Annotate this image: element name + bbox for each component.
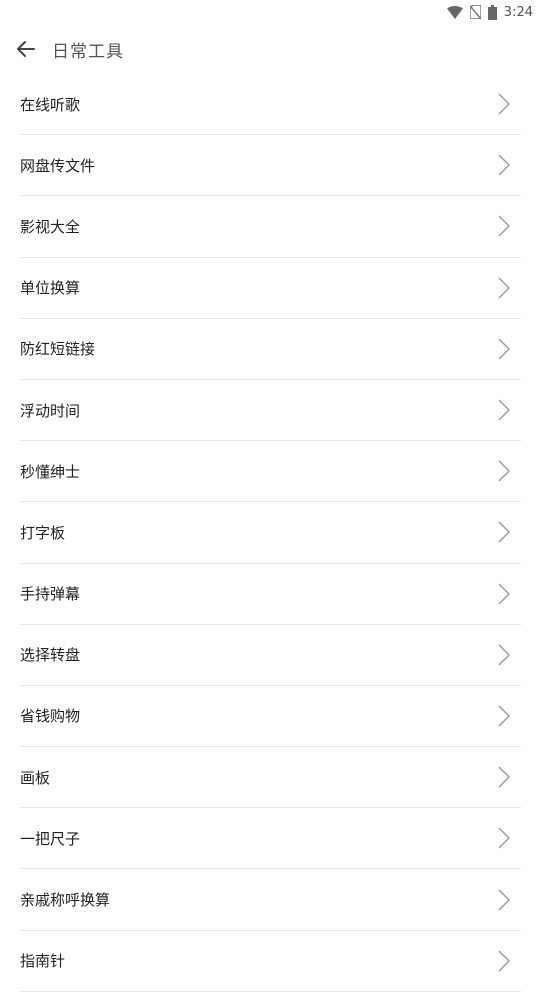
- list-item-label: 亲戚称呼换算: [20, 891, 111, 910]
- status-bar: 3:24: [0, 0, 541, 24]
- list-item[interactable]: 网盘传文件: [20, 135, 521, 197]
- chevron-right-icon: [498, 521, 510, 543]
- list-item-label: 网盘传文件: [20, 156, 96, 175]
- list-item-label: 打字板: [20, 523, 66, 542]
- back-button[interactable]: [2, 25, 50, 73]
- chevron-right-icon: [498, 950, 510, 972]
- chevron-right-icon: [498, 277, 510, 299]
- list-item[interactable]: 手持弹幕: [20, 564, 521, 625]
- chevron-right-icon: [498, 460, 510, 482]
- list-item[interactable]: 打字板: [20, 502, 521, 564]
- list-item[interactable]: 选择转盘: [20, 625, 521, 686]
- list-item[interactable]: 亲戚称呼换算: [20, 869, 521, 931]
- list-item-label: 省钱购物: [20, 707, 81, 726]
- chevron-right-icon: [498, 766, 510, 788]
- list-item[interactable]: 画板: [20, 747, 521, 809]
- arrow-left-icon: [17, 41, 35, 57]
- chevron-right-icon: [498, 644, 510, 666]
- page-title: 日常工具: [52, 41, 124, 62]
- chevron-right-icon: [498, 93, 510, 115]
- list-item-label: 单位换算: [20, 279, 81, 298]
- list-item[interactable]: 防红短链接: [20, 319, 521, 380]
- chevron-right-icon: [498, 154, 510, 176]
- chevron-right-icon: [498, 827, 510, 849]
- list-item-label: 画板: [20, 768, 51, 787]
- list-item[interactable]: 指南针: [20, 931, 521, 992]
- list-item-label: 浮动时间: [20, 401, 81, 420]
- chevron-right-icon: [498, 889, 510, 911]
- chevron-right-icon: [498, 705, 510, 727]
- list-item-label: 选择转盘: [20, 646, 81, 665]
- list-item-label: 一把尺子: [20, 829, 81, 848]
- list-item-label: 指南针: [20, 952, 66, 971]
- list-item-label: 手持弹幕: [20, 585, 81, 604]
- tool-list: 在线听歌网盘传文件影视大全单位换算防红短链接浮动时间秒懂绅士打字板手持弹幕选择转…: [20, 74, 521, 992]
- status-time: 3:24: [503, 4, 533, 20]
- list-item-label: 在线听歌: [20, 95, 81, 114]
- list-item[interactable]: 影视大全: [20, 196, 521, 258]
- list-item-label: 防红短链接: [20, 340, 96, 359]
- list-item[interactable]: 省钱购物: [20, 686, 521, 748]
- chevron-right-icon: [498, 583, 510, 605]
- list-item[interactable]: 在线听歌: [20, 74, 521, 136]
- list-item[interactable]: 浮动时间: [20, 380, 521, 442]
- wifi-icon: [446, 5, 463, 19]
- list-item[interactable]: 单位换算: [20, 258, 521, 319]
- toolbar: 日常工具: [0, 24, 541, 74]
- list-item-label: 影视大全: [20, 217, 81, 236]
- chevron-right-icon: [498, 338, 510, 360]
- list-item[interactable]: 一把尺子: [20, 808, 521, 870]
- no-sim-icon: [469, 5, 481, 19]
- chevron-right-icon: [498, 215, 510, 237]
- chevron-right-icon: [498, 399, 510, 421]
- list-item-label: 秒懂绅士: [20, 462, 81, 481]
- battery-icon: [487, 4, 497, 20]
- list-item[interactable]: 秒懂绅士: [20, 441, 521, 503]
